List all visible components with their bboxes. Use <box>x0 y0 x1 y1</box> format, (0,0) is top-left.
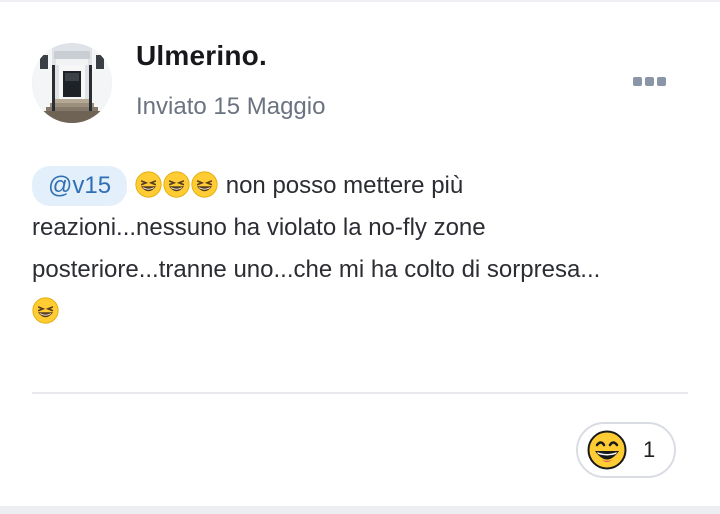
author-name[interactable]: Ulmerino. <box>136 40 267 72</box>
post-text-line-2: reazioni...nessuno ha violato la no-fly … <box>32 214 486 241</box>
content-divider <box>32 392 688 394</box>
reaction-button[interactable]: 1 <box>576 422 676 478</box>
post-text-line-3: posteriore...tranne uno...che mi ha colt… <box>32 256 601 283</box>
grinning-squinting-face-icon <box>135 171 162 198</box>
more-options-icon-dot <box>656 76 666 86</box>
top-divider <box>0 0 720 2</box>
more-options-icon-dot <box>644 76 654 86</box>
more-options-icon <box>632 76 642 86</box>
bottom-separator <box>0 506 720 514</box>
grinning-squinting-face-icon <box>163 171 190 198</box>
avatar[interactable] <box>32 43 112 123</box>
post-text-line-1: non posso mettere più <box>225 172 464 199</box>
more-options-button[interactable] <box>628 68 670 94</box>
post-date: Inviato 15 Maggio <box>136 93 326 120</box>
grinning-squinting-face-icon <box>191 171 218 198</box>
laughing-face-icon <box>587 430 627 470</box>
avatar-image <box>32 43 112 123</box>
post-card: Ulmerino. Inviato 15 Maggio @v15 non pos… <box>0 0 720 514</box>
reaction-count: 1 <box>643 437 656 462</box>
mention-link[interactable]: @v15 <box>32 166 128 206</box>
post-content: @v15 non posso mettere più reazioni...ne… <box>32 165 692 333</box>
grinning-squinting-face-icon <box>32 297 59 324</box>
